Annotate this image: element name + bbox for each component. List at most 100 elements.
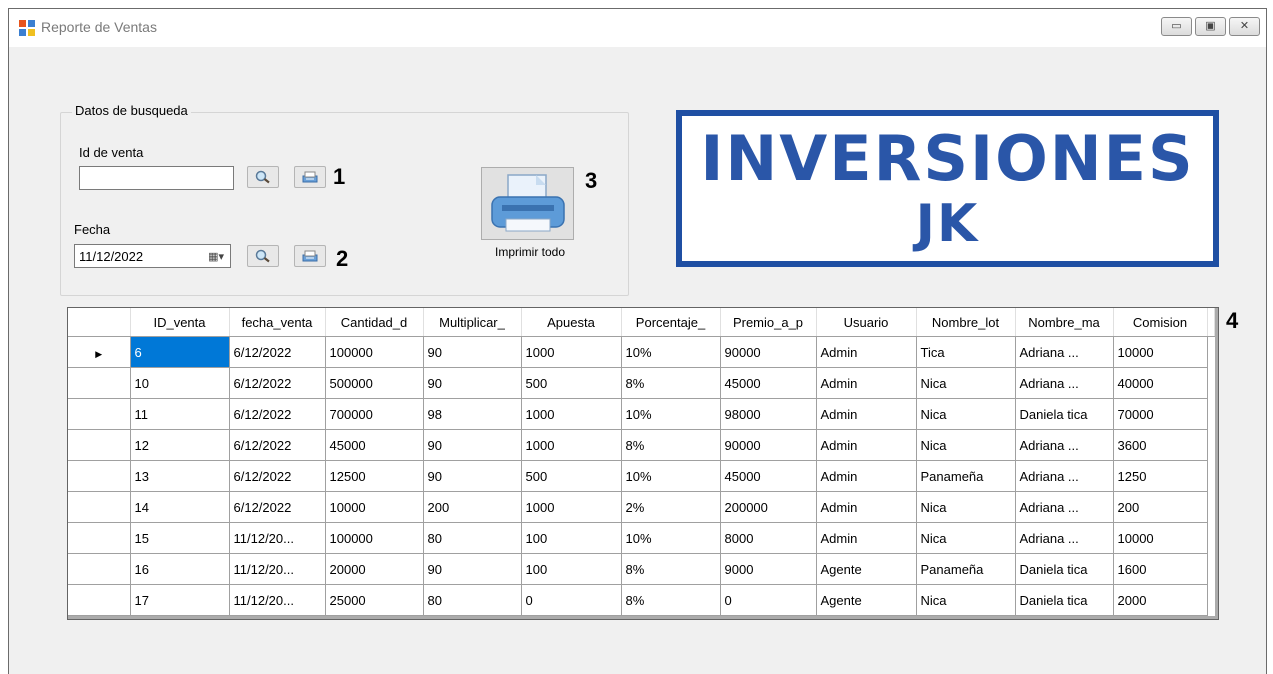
- row-header[interactable]: [68, 584, 131, 616]
- table-cell[interactable]: Adriana ...: [1014, 460, 1114, 492]
- table-cell[interactable]: 98000: [719, 398, 817, 430]
- table-row[interactable]: 10 6/12/2022 500000 90 500 8% 45000 Admin Nica Ad…: [68, 367, 1214, 399]
- column-header[interactable]: Comision: [1113, 308, 1208, 337]
- table-cell[interactable]: Admin: [815, 460, 917, 492]
- table-cell[interactable]: Nica: [915, 398, 1016, 430]
- minimize-button[interactable]: ▭: [1161, 17, 1192, 36]
- row-header[interactable]: [68, 367, 131, 399]
- table-cell[interactable]: Agente: [815, 553, 917, 585]
- table-cell[interactable]: 1000: [520, 429, 622, 461]
- table-cell[interactable]: 10%: [620, 522, 721, 554]
- column-header[interactable]: Nombre_lot: [916, 308, 1016, 337]
- table-cell[interactable]: 11/12/20...: [228, 553, 326, 585]
- table-cell[interactable]: 10%: [620, 398, 721, 430]
- table-cell[interactable]: 70000: [1112, 398, 1208, 430]
- table-cell[interactable]: 90: [422, 460, 522, 492]
- table-cell[interactable]: 6/12/2022: [228, 429, 326, 461]
- table-cell[interactable]: 90: [422, 429, 522, 461]
- table-cell[interactable]: Panameña: [915, 460, 1016, 492]
- table-cell[interactable]: 100: [520, 522, 622, 554]
- table-cell[interactable]: 12: [129, 429, 230, 461]
- table-cell[interactable]: 8%: [620, 429, 721, 461]
- table-cell[interactable]: 45000: [719, 460, 817, 492]
- table-cell[interactable]: Daniela tica: [1014, 553, 1114, 585]
- fecha-datepicker[interactable]: 11/12/2022 ▦▾: [74, 244, 231, 268]
- table-cell[interactable]: 0: [520, 584, 622, 616]
- table-cell[interactable]: 45000: [324, 429, 424, 461]
- table-cell[interactable]: 90: [422, 367, 522, 399]
- table-cell[interactable]: Panameña: [915, 553, 1016, 585]
- table-cell[interactable]: 100: [520, 553, 622, 585]
- table-cell[interactable]: 700000: [324, 398, 424, 430]
- table-cell[interactable]: Nica: [915, 522, 1016, 554]
- table-cell[interactable]: 11/12/20...: [228, 522, 326, 554]
- table-cell[interactable]: 90000: [719, 336, 817, 368]
- table-cell[interactable]: 17: [129, 584, 230, 616]
- table-cell[interactable]: 12500: [324, 460, 424, 492]
- column-header[interactable]: Apuesta: [521, 308, 622, 337]
- table-cell[interactable]: 1000: [520, 398, 622, 430]
- column-header[interactable]: Porcentaje_: [621, 308, 721, 337]
- table-cell[interactable]: 1250: [1112, 460, 1208, 492]
- table-cell[interactable]: 500: [520, 460, 622, 492]
- calendar-dropdown-icon[interactable]: ▦▾: [208, 250, 224, 263]
- table-cell[interactable]: 6/12/2022: [228, 491, 326, 523]
- table-row[interactable]: 11 6/12/2022 700000 98 1000 10% 98000 Admin Nica…: [68, 398, 1214, 430]
- search-id-button[interactable]: [247, 166, 279, 188]
- table-cell[interactable]: 2%: [620, 491, 721, 523]
- print-all-button[interactable]: [481, 167, 574, 240]
- row-header[interactable]: ▶: [68, 336, 131, 368]
- row-header[interactable]: [68, 429, 131, 461]
- table-row[interactable]: 13 6/12/2022 12500 90 500 10% 45000 Admin Paname…: [68, 460, 1214, 492]
- table-row[interactable]: 12 6/12/2022 45000 90 1000 8% 90000 Admin Nica Ad…: [68, 429, 1214, 461]
- column-header[interactable]: ID_venta: [130, 308, 230, 337]
- column-header[interactable]: fecha_venta: [229, 308, 326, 337]
- table-cell[interactable]: Adriana ...: [1014, 491, 1114, 523]
- table-row[interactable]: 16 11/12/20... 20000 90 100 8% 9000 Agente Panam…: [68, 553, 1214, 585]
- table-cell[interactable]: 11: [129, 398, 230, 430]
- table-cell[interactable]: 14: [129, 491, 230, 523]
- column-header[interactable]: Cantidad_d: [325, 308, 424, 337]
- table-cell[interactable]: 90: [422, 336, 522, 368]
- table-cell[interactable]: 3600: [1112, 429, 1208, 461]
- search-fecha-button[interactable]: [247, 245, 279, 267]
- table-row[interactable]: ▶ 6 6/12/2022 100000 90 1000 10% 90000 Admin Tica…: [68, 336, 1214, 368]
- row-header[interactable]: [68, 553, 131, 585]
- table-cell[interactable]: Admin: [815, 491, 917, 523]
- table-cell[interactable]: 10000: [324, 491, 424, 523]
- table-cell[interactable]: 200: [1112, 491, 1208, 523]
- table-cell[interactable]: 40000: [1112, 367, 1208, 399]
- table-cell[interactable]: 98: [422, 398, 522, 430]
- table-cell[interactable]: 8%: [620, 584, 721, 616]
- table-cell[interactable]: 20000: [324, 553, 424, 585]
- table-cell[interactable]: Admin: [815, 398, 917, 430]
- table-cell[interactable]: 10%: [620, 460, 721, 492]
- table-cell[interactable]: Daniela tica: [1014, 584, 1114, 616]
- table-cell[interactable]: Agente: [815, 584, 917, 616]
- table-cell[interactable]: 6/12/2022: [228, 398, 326, 430]
- table-cell[interactable]: Adriana ...: [1014, 336, 1114, 368]
- table-cell[interactable]: Nica: [915, 584, 1016, 616]
- table-cell[interactable]: Adriana ...: [1014, 522, 1114, 554]
- column-header[interactable]: Usuario: [816, 308, 917, 337]
- table-cell[interactable]: 45000: [719, 367, 817, 399]
- table-cell[interactable]: 90: [422, 553, 522, 585]
- id-venta-input[interactable]: [79, 166, 234, 190]
- table-cell[interactable]: Tica: [915, 336, 1016, 368]
- table-row[interactable]: 17 11/12/20... 25000 80 0 8% 0 Agente Nica Daniel…: [68, 584, 1214, 616]
- table-cell[interactable]: 25000: [324, 584, 424, 616]
- table-cell[interactable]: 80: [422, 584, 522, 616]
- table-cell[interactable]: Admin: [815, 429, 917, 461]
- table-cell[interactable]: 2000: [1112, 584, 1208, 616]
- maximize-button[interactable]: ▣: [1195, 17, 1226, 36]
- table-row[interactable]: 15 11/12/20... 100000 80 100 10% 8000 Admin Nica…: [68, 522, 1214, 554]
- table-cell[interactable]: Admin: [815, 522, 917, 554]
- table-cell[interactable]: Adriana ...: [1014, 367, 1114, 399]
- table-cell[interactable]: Nica: [915, 491, 1016, 523]
- table-cell[interactable]: 500: [520, 367, 622, 399]
- table-cell[interactable]: Admin: [815, 336, 917, 368]
- row-header[interactable]: [68, 460, 131, 492]
- table-cell[interactable]: 80: [422, 522, 522, 554]
- table-cell[interactable]: 1000: [520, 336, 622, 368]
- table-cell[interactable]: 100000: [324, 336, 424, 368]
